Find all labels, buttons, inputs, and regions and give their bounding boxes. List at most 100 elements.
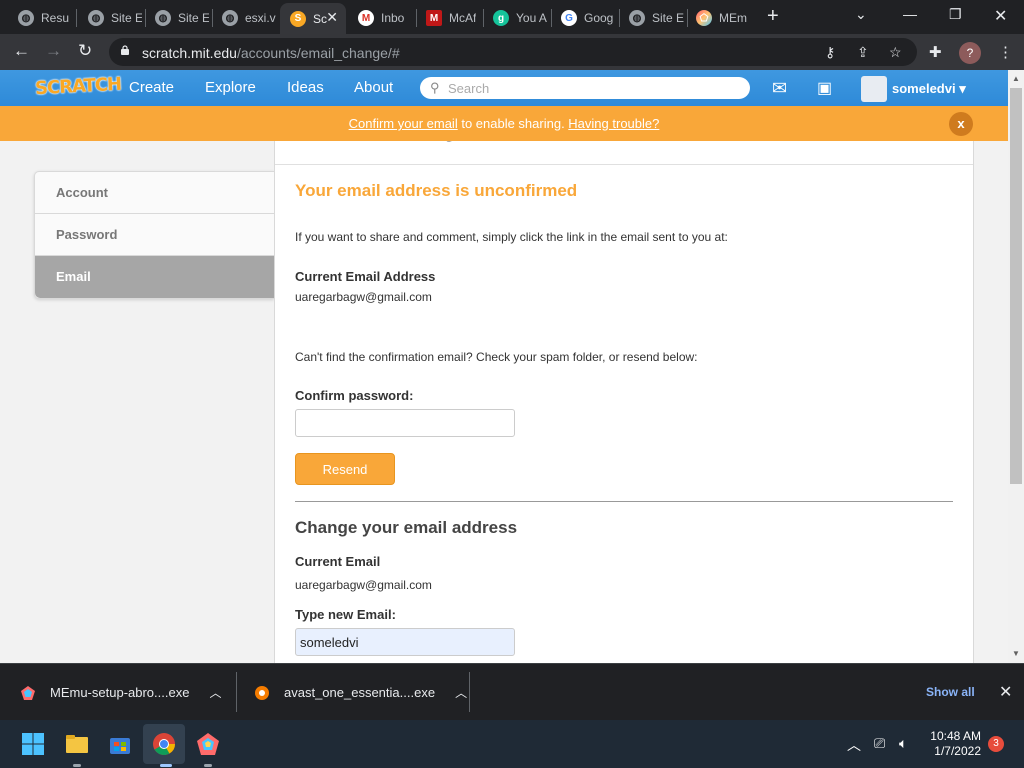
chrome-icon[interactable] — [152, 732, 176, 756]
banner-close-button[interactable]: x — [949, 112, 973, 136]
menu-dots-icon[interactable]: ⋮ — [998, 43, 1013, 61]
browser-tab[interactable]: ◍ Resu — [8, 4, 72, 32]
extensions-icon[interactable]: ✚ — [929, 43, 942, 61]
profile-avatar[interactable]: ? — [959, 42, 981, 64]
address-bar[interactable]: scratch.mit.edu/accounts/email_change/# … — [109, 38, 917, 66]
show-all-downloads-link[interactable]: Show all — [926, 685, 975, 699]
close-shelf-icon[interactable]: ✕ — [999, 682, 1012, 702]
lock-icon — [121, 45, 129, 55]
nav-create[interactable]: Create — [129, 79, 174, 96]
browser-tab[interactable]: G Goog — [551, 4, 617, 32]
browser-tab[interactable]: ◍ esxi.v — [212, 4, 278, 32]
globe-icon: ◍ — [629, 10, 645, 26]
windows-start-icon[interactable] — [21, 732, 45, 756]
notification-badge[interactable]: 3 — [988, 736, 1004, 752]
confirm-email-link[interactable]: Confirm your email — [349, 116, 458, 131]
change-email-heading: Change your email address — [295, 518, 518, 537]
share-instructions: If you want to share and comment, simply… — [295, 230, 728, 244]
search-input[interactable] — [448, 78, 743, 98]
key-icon[interactable]: ⚷ — [825, 44, 835, 61]
browser-tab[interactable]: ⬠ MEm — [686, 4, 752, 32]
close-window-button[interactable]: ✕ — [994, 6, 1007, 26]
download-shelf: MEmu-setup-abro....exe ︿ avast_one_essen… — [0, 663, 1024, 720]
settings-sidebar: Account Password Email — [34, 171, 274, 299]
globe-icon: ◍ — [88, 10, 104, 26]
scroll-down-icon[interactable]: ▼ — [1012, 649, 1020, 658]
sidebar-item-account[interactable]: Account — [35, 172, 274, 214]
network-icon[interactable]: ⎚ — [874, 735, 885, 752]
new-email-label: Type new Email: — [295, 607, 396, 622]
windows-taskbar: ︿ ⎚ 🔈︎ 10:48 AM 1/7/2022 3 — [0, 720, 1024, 768]
tray-overflow-icon[interactable]: ︿ — [847, 735, 861, 755]
having-trouble-link[interactable]: Having trouble? — [568, 116, 659, 131]
page-scrollbar[interactable]: ▲ ▼ — [1008, 70, 1024, 663]
share-icon[interactable]: ⇪ — [857, 44, 869, 61]
messages-icon[interactable]: ✉ — [772, 78, 787, 99]
nav-explore[interactable]: Explore — [205, 79, 256, 96]
bookmark-star-icon[interactable]: ☆ — [889, 44, 902, 61]
browser-tab[interactable]: g You A — [483, 4, 547, 32]
forward-icon[interactable]: → — [45, 41, 62, 61]
search-box: ⚲ — [420, 77, 750, 99]
back-icon[interactable]: ← — [13, 41, 30, 61]
new-email-input[interactable] — [295, 628, 515, 656]
user-avatar[interactable] — [861, 76, 887, 102]
avast-icon — [255, 685, 269, 700]
sidebar-item-password[interactable]: Password — [35, 214, 274, 256]
my-stuff-icon[interactable]: ▣ — [817, 78, 832, 98]
reload-icon[interactable]: ↻ — [78, 41, 92, 61]
running-indicator — [204, 764, 212, 767]
tab-search-icon[interactable]: ⌄ — [855, 6, 867, 23]
globe-icon: ◍ — [18, 10, 34, 26]
confirm-password-input[interactable] — [295, 409, 515, 437]
sidebar-item-email[interactable]: Email — [35, 256, 274, 298]
restore-button[interactable]: ❐ — [949, 6, 962, 23]
scratch-icon: S — [290, 10, 306, 27]
gmail-icon: M — [358, 10, 374, 26]
store-icon[interactable] — [108, 732, 132, 756]
browser-tab[interactable]: ◍ Site E — [78, 4, 142, 32]
tab-strip: ◍ Resu ◍ Site E ◍ Site E ◍ esxi.v S Sc ✕… — [0, 0, 1024, 34]
browser-tab-active[interactable]: S Sc ✕ — [280, 3, 346, 34]
globe-icon: ◍ — [222, 10, 238, 26]
url-text: scratch.mit.edu/accounts/email_change/# — [142, 45, 400, 61]
nav-ideas[interactable]: Ideas — [287, 79, 324, 96]
running-indicator — [160, 764, 172, 767]
running-indicator — [73, 764, 81, 767]
browser-tab[interactable]: M McAf — [416, 4, 480, 32]
nav-about[interactable]: About — [354, 79, 393, 96]
resend-button[interactable]: Resend — [295, 453, 395, 485]
unconfirmed-heading: Your email address is unconfirmed — [295, 181, 578, 200]
memu-icon: ⬠ — [696, 10, 712, 26]
browser-tab[interactable]: M Inbo — [348, 4, 412, 32]
username-menu[interactable]: someledvi ▾ — [892, 81, 966, 97]
scrollbar-thumb[interactable] — [1010, 88, 1022, 484]
new-tab-button[interactable]: + — [767, 6, 779, 26]
current-email-label: Current Email — [295, 554, 381, 569]
browser-toolbar: ← → ↻ scratch.mit.edu/accounts/email_cha… — [0, 34, 1024, 70]
divider — [295, 501, 953, 502]
current-email-value: uaregarbagw@gmail.com — [295, 578, 432, 592]
email-confirm-banner: Confirm your email to enable sharing. Ha… — [0, 106, 1008, 141]
volume-icon[interactable]: 🔈︎ — [899, 735, 907, 752]
grammarly-icon: g — [493, 10, 509, 26]
scratch-logo[interactable]: SCRATCH — [35, 74, 122, 99]
scroll-up-icon[interactable]: ▲ — [1012, 74, 1020, 83]
chevron-up-icon[interactable]: ︿ — [209, 684, 221, 701]
search-icon: ⚲ — [430, 80, 440, 95]
spam-instructions: Can't find the confirmation email? Check… — [295, 350, 698, 364]
browser-tab[interactable]: ◍ Site E — [619, 4, 685, 32]
close-tab-icon[interactable]: ✕ — [326, 9, 338, 26]
globe-icon: ◍ — [155, 10, 171, 26]
scratch-navbar: SCRATCH Create Explore Ideas About ⚲ ✉ ▣… — [0, 70, 1008, 106]
chevron-up-icon[interactable]: ︿ — [455, 684, 467, 701]
download-item[interactable]: MEmu-setup-abro....exe ︿ — [20, 664, 221, 721]
file-explorer-icon[interactable] — [65, 732, 89, 756]
memu-icon[interactable] — [196, 732, 220, 756]
download-item[interactable]: avast_one_essentia....exe ︿ — [254, 664, 467, 721]
minimize-button[interactable]: — — [903, 6, 917, 22]
memu-icon — [21, 685, 35, 700]
mcafee-icon: M — [426, 10, 442, 26]
system-clock[interactable]: 10:48 AM 1/7/2022 — [924, 729, 981, 759]
browser-tab[interactable]: ◍ Site E — [145, 4, 209, 32]
